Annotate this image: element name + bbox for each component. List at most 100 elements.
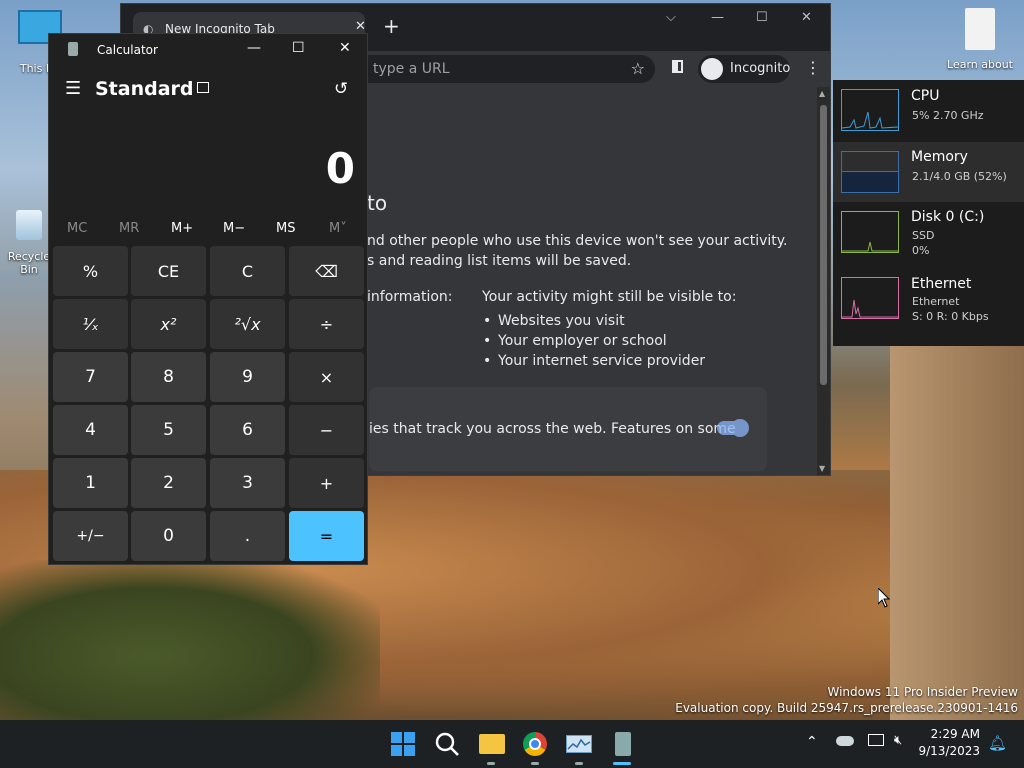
ethernet-title: Ethernet bbox=[911, 276, 972, 292]
digit-1-button[interactable]: 1 bbox=[53, 458, 128, 508]
block-cookies-toggle[interactable] bbox=[717, 419, 749, 437]
perf-item-ethernet[interactable]: Ethernet Ethernet S: 0 R: 0 Kbps bbox=[833, 268, 1024, 328]
onedrive-icon[interactable] bbox=[836, 736, 854, 746]
network-icon[interactable] bbox=[868, 734, 884, 746]
multiply-button[interactable]: × bbox=[289, 352, 364, 402]
tab-search-icon[interactable]: ⌵ bbox=[666, 10, 676, 25]
square-button[interactable]: x² bbox=[131, 299, 206, 349]
search-button[interactable] bbox=[432, 729, 462, 759]
new-tab-button[interactable]: + bbox=[383, 14, 400, 38]
side-panel-icon[interactable] bbox=[672, 60, 683, 73]
digit-3-button[interactable]: 3 bbox=[210, 458, 285, 508]
scroll-up-icon[interactable]: ▲ bbox=[819, 89, 825, 98]
memory-subtract-button[interactable]: M− bbox=[223, 221, 245, 236]
watermark-line1: Windows 11 Pro Insider Preview bbox=[827, 685, 1018, 699]
add-button[interactable]: + bbox=[289, 458, 364, 508]
clear-entry-button[interactable]: CE bbox=[131, 246, 206, 296]
perf-item-memory[interactable]: Memory 2.1/4.0 GB (52%) bbox=[833, 142, 1024, 202]
bookmark-star-icon[interactable]: ☆ bbox=[631, 59, 645, 78]
close-tab-icon[interactable]: ✕ bbox=[355, 19, 366, 34]
memory-recall-button[interactable]: MR bbox=[119, 221, 139, 236]
notification-bell-icon[interactable]: 🔔︎ bbox=[988, 734, 1007, 752]
address-bar[interactable]: type a URL ☆ bbox=[341, 55, 655, 83]
visible-item: Websites you visit bbox=[483, 313, 625, 329]
hamburger-menu-icon[interactable]: ☰ bbox=[65, 78, 81, 99]
file-explorer-running-indicator bbox=[487, 762, 495, 765]
scrollbar[interactable]: ▲ ▼ bbox=[817, 87, 830, 475]
ethernet-throughput: S: 0 R: 0 Kbps bbox=[912, 310, 989, 323]
recycle-bin-icon bbox=[16, 210, 42, 240]
incognito-profile-button[interactable]: Incognito bbox=[698, 55, 790, 83]
task-manager-icon bbox=[566, 735, 592, 753]
subtract-button[interactable]: − bbox=[289, 405, 364, 455]
taskbar: ⌃ 🔇︎ 2:29 AM 9/13/2023 🔔︎ bbox=[0, 720, 1024, 768]
square-root-button[interactable]: ²√x bbox=[210, 299, 285, 349]
memory-add-button[interactable]: M+ bbox=[171, 221, 193, 236]
memory-store-button[interactable]: MS bbox=[276, 221, 295, 236]
maximize-button[interactable]: ☐ bbox=[756, 10, 768, 25]
digit-4-button[interactable]: 4 bbox=[53, 405, 128, 455]
page-text-line1: nd other people who use this device won'… bbox=[367, 233, 788, 249]
disk-type: SSD bbox=[912, 229, 935, 242]
calculator-title: Calculator bbox=[97, 43, 158, 57]
clear-button[interactable]: C bbox=[210, 246, 285, 296]
visible-heading: Your activity might still be visible to: bbox=[482, 289, 737, 305]
minimize-button[interactable]: — bbox=[711, 10, 724, 25]
minimize-button[interactable]: — bbox=[247, 40, 261, 56]
digit-9-button[interactable]: 9 bbox=[210, 352, 285, 402]
memory-graph bbox=[841, 151, 899, 193]
keep-on-top-icon[interactable] bbox=[197, 82, 209, 93]
maximize-button[interactable]: ☐ bbox=[292, 40, 305, 56]
disk-graph-line bbox=[842, 241, 898, 252]
digit-8-button[interactable]: 8 bbox=[131, 352, 206, 402]
wallpaper-bridge bbox=[890, 300, 1024, 720]
desktop-icon-learn-about[interactable]: Learn about bbox=[940, 8, 1020, 71]
desktop-icon-recycle-bin[interactable]: Recycle Bin bbox=[4, 210, 54, 276]
visible-item: Your internet service provider bbox=[483, 353, 705, 369]
taskbar-calculator[interactable] bbox=[608, 729, 638, 759]
memory-list-button[interactable]: M˅ bbox=[329, 221, 347, 236]
digit-7-button[interactable]: 7 bbox=[53, 352, 128, 402]
negate-button[interactable]: +/− bbox=[53, 511, 128, 561]
percent-button[interactable]: % bbox=[53, 246, 128, 296]
system-clock[interactable]: 2:29 AM 9/13/2023 bbox=[918, 726, 980, 760]
close-button[interactable]: ✕ bbox=[339, 40, 351, 56]
search-icon bbox=[435, 732, 459, 756]
history-icon[interactable]: ↺ bbox=[334, 79, 348, 99]
page-heading: to bbox=[367, 191, 388, 215]
digit-6-button[interactable]: 6 bbox=[210, 405, 285, 455]
chrome-icon bbox=[523, 732, 547, 756]
reciprocal-button[interactable]: ¹⁄ₓ bbox=[53, 299, 128, 349]
watermark-line2: Evaluation copy. Build 25947.rs_prerelea… bbox=[675, 701, 1018, 715]
backspace-button[interactable]: ⌫ bbox=[289, 246, 364, 296]
perf-item-cpu[interactable]: CPU 5% 2.70 GHz bbox=[833, 80, 1024, 140]
taskbar-task-manager[interactable] bbox=[564, 729, 594, 759]
taskbar-chrome[interactable] bbox=[520, 729, 550, 759]
equals-button[interactable]: = bbox=[289, 511, 364, 561]
decimal-button[interactable]: . bbox=[210, 511, 285, 561]
windows-logo-icon bbox=[391, 732, 415, 756]
digit-5-button[interactable]: 5 bbox=[131, 405, 206, 455]
show-hidden-icons-chevron-icon[interactable]: ⌃ bbox=[806, 734, 818, 750]
close-button[interactable]: ✕ bbox=[801, 10, 812, 25]
memory-clear-button[interactable]: MC bbox=[67, 221, 87, 236]
taskbar-file-explorer[interactable] bbox=[477, 729, 507, 759]
visible-item: Your employer or school bbox=[483, 333, 667, 349]
disk-title: Disk 0 (C:) bbox=[911, 209, 985, 225]
chrome-menu-icon[interactable]: ⋮ bbox=[805, 58, 821, 77]
start-button[interactable] bbox=[388, 729, 418, 759]
ethernet-graph bbox=[841, 277, 899, 319]
cpu-graph-line bbox=[841, 111, 899, 129]
scroll-down-icon[interactable]: ▼ bbox=[819, 464, 825, 473]
calculator-window: Calculator — ☐ ✕ ☰ Standard ↺ 0 MC MR M+… bbox=[48, 33, 368, 565]
digit-2-button[interactable]: 2 bbox=[131, 458, 206, 508]
volume-muted-icon[interactable]: 🔇︎ bbox=[894, 733, 902, 748]
address-bar-placeholder: type a URL bbox=[373, 61, 450, 77]
divide-button[interactable]: ÷ bbox=[289, 299, 364, 349]
digit-0-button[interactable]: 0 bbox=[131, 511, 206, 561]
calculator-active-indicator bbox=[613, 762, 631, 765]
task-manager-running-indicator bbox=[575, 762, 583, 765]
perf-item-disk[interactable]: Disk 0 (C:) SSD 0% bbox=[833, 202, 1024, 262]
scrollbar-thumb[interactable] bbox=[820, 105, 827, 385]
third-party-cookies-card: ies that track you across the web. Featu… bbox=[369, 387, 767, 471]
